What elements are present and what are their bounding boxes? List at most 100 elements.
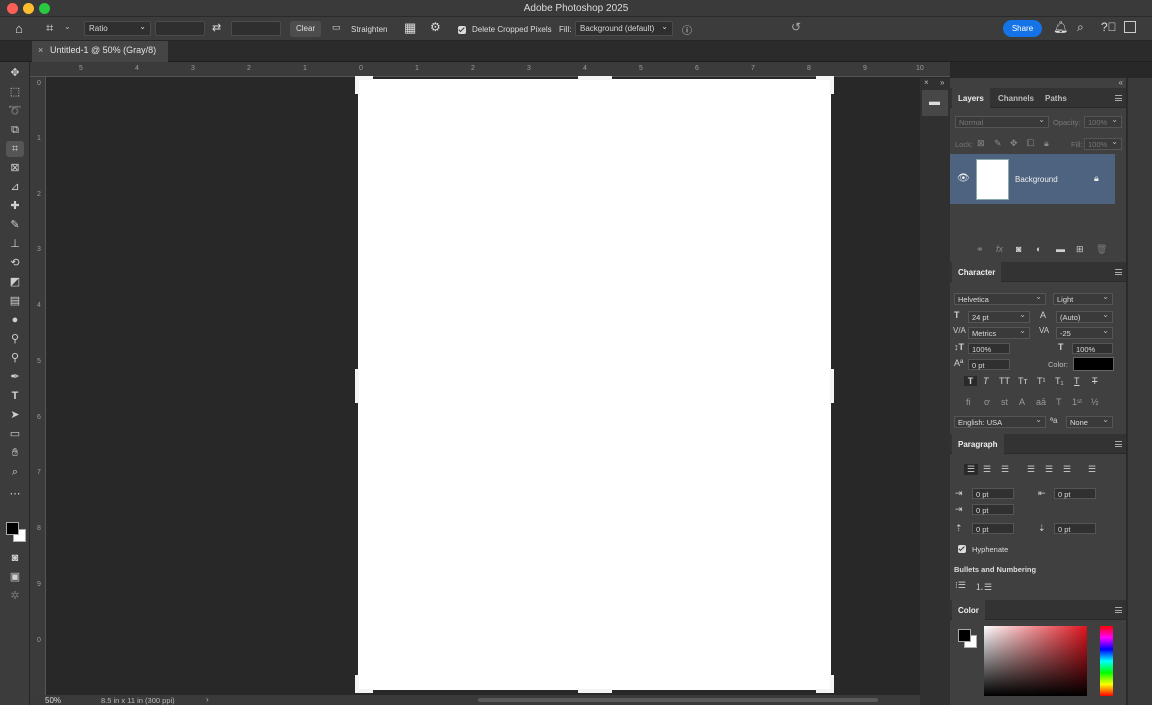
indent-left-input[interactable]: 0 pt <box>972 488 1014 499</box>
collapse-panels-icon[interactable]: « <box>1119 78 1123 87</box>
straighten-icon[interactable]: ▭ <box>332 22 341 33</box>
swap-icon[interactable]: ⇄ <box>212 21 221 34</box>
eyedropper-tool-icon[interactable]: ⊿ <box>6 179 24 195</box>
grid-overlay-icon[interactable]: ▦ <box>404 20 416 36</box>
old-style-icon[interactable]: ơ <box>984 397 990 407</box>
type-tool-icon[interactable]: T <box>6 388 24 404</box>
lock-position-icon[interactable]: ✥ <box>1010 138 1018 149</box>
screen-mode-icon[interactable]: ▣ <box>6 569 24 585</box>
indent-right-input[interactable]: 0 pt <box>1054 488 1096 499</box>
indent-first-line-input[interactable]: 0 pt <box>972 504 1014 515</box>
ratio-width-input[interactable] <box>155 21 205 36</box>
font-style-select[interactable]: Light <box>1053 292 1113 305</box>
stamp-tool-icon[interactable]: ⊥ <box>6 236 24 252</box>
text-color-swatch[interactable] <box>1073 357 1114 371</box>
object-selection-tool-icon[interactable]: ⧉ <box>6 122 24 138</box>
eraser-tool-icon[interactable]: ◩ <box>6 274 24 290</box>
ordinals-icon[interactable]: 1ˢᵗ <box>1072 397 1082 407</box>
language-select[interactable]: English: USA <box>954 415 1046 428</box>
straighten-button[interactable]: Straighten <box>351 25 387 34</box>
delete-cropped-checkbox[interactable] <box>458 26 466 34</box>
antialias-select[interactable]: None <box>1066 415 1113 428</box>
info-icon[interactable]: ⓘ <box>682 22 692 37</box>
new-layer-icon[interactable]: ⊞ <box>1076 244 1084 255</box>
tab-character[interactable]: Character <box>952 262 1002 282</box>
zoom-lens-tool-icon[interactable]: ⚲ <box>6 350 24 366</box>
superscript-icon[interactable]: T¹ <box>1037 376 1046 386</box>
add-mask-icon[interactable]: ◙ <box>1016 244 1021 254</box>
tab-color[interactable]: Color <box>952 600 985 620</box>
eye-icon[interactable]: 👁︎ <box>957 173 970 184</box>
document-tab[interactable]: × Untitled-1 @ 50% (Gray/8) <box>32 41 168 62</box>
share-button[interactable]: Share <box>1003 20 1042 37</box>
new-group-icon[interactable]: ▬ <box>1056 244 1065 254</box>
justify-right-icon[interactable]: ☰ <box>1063 464 1071 475</box>
color-picker-field[interactable] <box>984 626 1087 696</box>
gear-icon[interactable]: ⚙ <box>430 20 441 34</box>
blend-mode-select[interactable]: Normal <box>955 115 1049 128</box>
bullet-list-icon[interactable]: ⁝☰ <box>955 580 966 591</box>
crop-tool-icon[interactable]: ⌗ <box>6 141 24 157</box>
space-after-input[interactable]: 0 pt <box>1054 523 1096 534</box>
crop-handle-top[interactable] <box>578 76 612 80</box>
subscript-icon[interactable]: T₁ <box>1055 376 1064 386</box>
layers-menu-icon[interactable] <box>1115 95 1122 101</box>
kerning-select[interactable]: Metrics <box>968 326 1030 339</box>
reset-icon[interactable]: ↺ <box>791 20 801 34</box>
justify-all-icon[interactable]: ☰ <box>1088 464 1096 475</box>
healing-brush-icon[interactable]: ✚ <box>6 198 24 214</box>
font-family-select[interactable]: Helvetica <box>954 292 1046 305</box>
color-panel-foreground-swatch[interactable] <box>958 629 971 642</box>
expand-panels-icon[interactable]: » <box>940 78 944 87</box>
tab-layers[interactable]: Layers <box>952 88 990 108</box>
leading-select[interactable]: (Auto) <box>1056 310 1113 323</box>
crop-handle-tr-v[interactable] <box>830 76 834 94</box>
layer-row-background[interactable]: 👁︎ Background 🔒︎ <box>950 154 1115 204</box>
vertical-scale-input[interactable]: 100% <box>968 343 1010 354</box>
justify-center-icon[interactable]: ☰ <box>1045 464 1053 475</box>
crop-handle-tl-v[interactable] <box>355 76 359 94</box>
opacity-input[interactable]: 100% <box>1084 115 1122 128</box>
quick-mask-icon[interactable]: ◙ <box>6 550 24 566</box>
small-caps-icon[interactable]: Tᴛ <box>1018 376 1028 386</box>
tab-paths[interactable]: Paths <box>1039 88 1073 108</box>
tab-channels[interactable]: Channels <box>992 88 1040 108</box>
align-right-icon[interactable]: ☰ <box>1001 464 1009 475</box>
character-menu-icon[interactable] <box>1115 269 1122 275</box>
more-tools-icon[interactable]: ⋯ <box>6 486 24 502</box>
paragraph-menu-icon[interactable] <box>1115 441 1122 447</box>
horizontal-scrollbar[interactable] <box>478 698 878 702</box>
hue-slider[interactable] <box>1100 626 1113 696</box>
faux-bold-icon[interactable]: T <box>964 376 977 386</box>
zoom-tool-icon[interactable]: ⌕ <box>6 464 24 480</box>
home-icon[interactable]: ⌂ <box>15 21 23 36</box>
document-canvas[interactable] <box>355 76 834 693</box>
align-left-icon[interactable]: ☰ <box>964 464 978 475</box>
crop-handle-br-v[interactable] <box>830 675 834 693</box>
adjustment-layer-icon[interactable]: ◐ <box>1036 244 1041 254</box>
chevron-down-icon[interactable]: ⌄ <box>64 22 71 31</box>
rectangle-tool-icon[interactable]: ▭ <box>6 426 24 442</box>
crop-handle-left[interactable] <box>355 369 359 403</box>
horizontal-scale-input[interactable]: 100% <box>1072 343 1113 354</box>
crop-handle-bl-v[interactable] <box>355 675 359 693</box>
ratio-height-input[interactable] <box>231 21 281 36</box>
space-before-input[interactable]: 0 pt <box>972 523 1014 534</box>
pen-tool-icon[interactable]: ✒ <box>6 369 24 385</box>
chevron-right-icon[interactable]: › <box>206 695 209 704</box>
layer-lock-icon[interactable]: 🔒︎ <box>1094 173 1099 184</box>
tracking-select[interactable]: -25 <box>1056 326 1113 339</box>
marquee-tool-icon[interactable]: ⬚ <box>6 84 24 100</box>
link-layers-icon[interactable]: ⚭ <box>976 244 984 255</box>
hand-tool-icon[interactable]: ✋︎ <box>6 445 24 461</box>
justify-left-icon[interactable]: ☰ <box>1027 464 1035 475</box>
zoom-level[interactable]: 50% <box>45 696 61 705</box>
history-brush-icon[interactable]: ⟲ <box>6 255 24 271</box>
path-selection-tool-icon[interactable]: ➤ <box>6 407 24 423</box>
brush-tool-icon[interactable]: ✎ <box>6 217 24 233</box>
fill-opacity-input[interactable]: 100% <box>1084 137 1122 150</box>
dodge-tool-icon[interactable]: ⚲ <box>6 331 24 347</box>
fill-select[interactable]: Background (default) ⌄ <box>575 21 673 36</box>
lasso-tool-icon[interactable]: ➰ <box>6 103 24 119</box>
workspace-icon[interactable] <box>1124 21 1136 33</box>
